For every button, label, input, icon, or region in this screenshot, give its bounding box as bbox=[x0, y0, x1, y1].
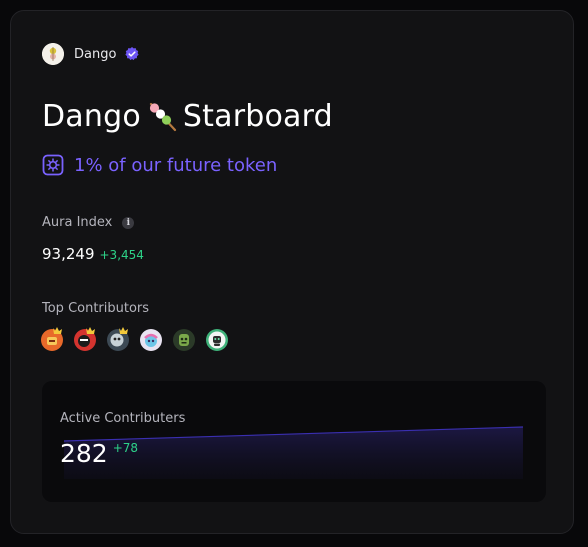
dango-logo-icon bbox=[42, 43, 64, 65]
crowned-avatar-orange-icon[interactable] bbox=[41, 327, 63, 351]
page-title: Dango Starboard bbox=[42, 99, 333, 134]
active-count: 282 bbox=[60, 439, 108, 468]
active-contributors-panel: Active Contributers 282 +78 bbox=[42, 381, 546, 502]
org-header[interactable]: Dango bbox=[42, 43, 140, 65]
active-contributors-value: 282 +78 bbox=[60, 439, 138, 468]
avatar-green-icon[interactable] bbox=[173, 329, 195, 351]
token-reward: 1% of our future token bbox=[42, 154, 277, 176]
aura-delta: +3,454 bbox=[99, 248, 144, 262]
aura-index-label: Aura Index i bbox=[42, 215, 135, 230]
top-contributors-label: Top Contributors bbox=[42, 301, 150, 316]
active-delta: +78 bbox=[112, 441, 139, 455]
active-contributors-label: Active Contributers bbox=[60, 411, 186, 426]
token-box-icon bbox=[42, 154, 64, 176]
crowned-avatar-gray-icon[interactable] bbox=[107, 327, 129, 351]
title-prefix: Dango bbox=[42, 99, 141, 134]
token-text: 1% of our future token bbox=[74, 154, 278, 176]
aura-value-number: 93,249 bbox=[42, 245, 95, 263]
crowned-avatar-red-icon[interactable] bbox=[74, 327, 96, 351]
title-suffix: Starboard bbox=[182, 99, 333, 134]
org-name: Dango bbox=[74, 46, 117, 62]
aura-label-text: Aura Index bbox=[42, 215, 113, 230]
dango-skewer-icon bbox=[145, 100, 179, 134]
info-icon[interactable]: i bbox=[122, 216, 135, 229]
avatar-robot-icon[interactable] bbox=[206, 329, 228, 351]
top-contributors-list bbox=[41, 327, 239, 351]
starboard-card: Dango Dango Starboard 1% of our future t… bbox=[10, 10, 574, 534]
verified-badge-icon bbox=[124, 46, 140, 62]
aura-index-value: 93,249 +3,454 bbox=[42, 245, 144, 263]
avatar-colorful-icon[interactable] bbox=[140, 329, 162, 351]
